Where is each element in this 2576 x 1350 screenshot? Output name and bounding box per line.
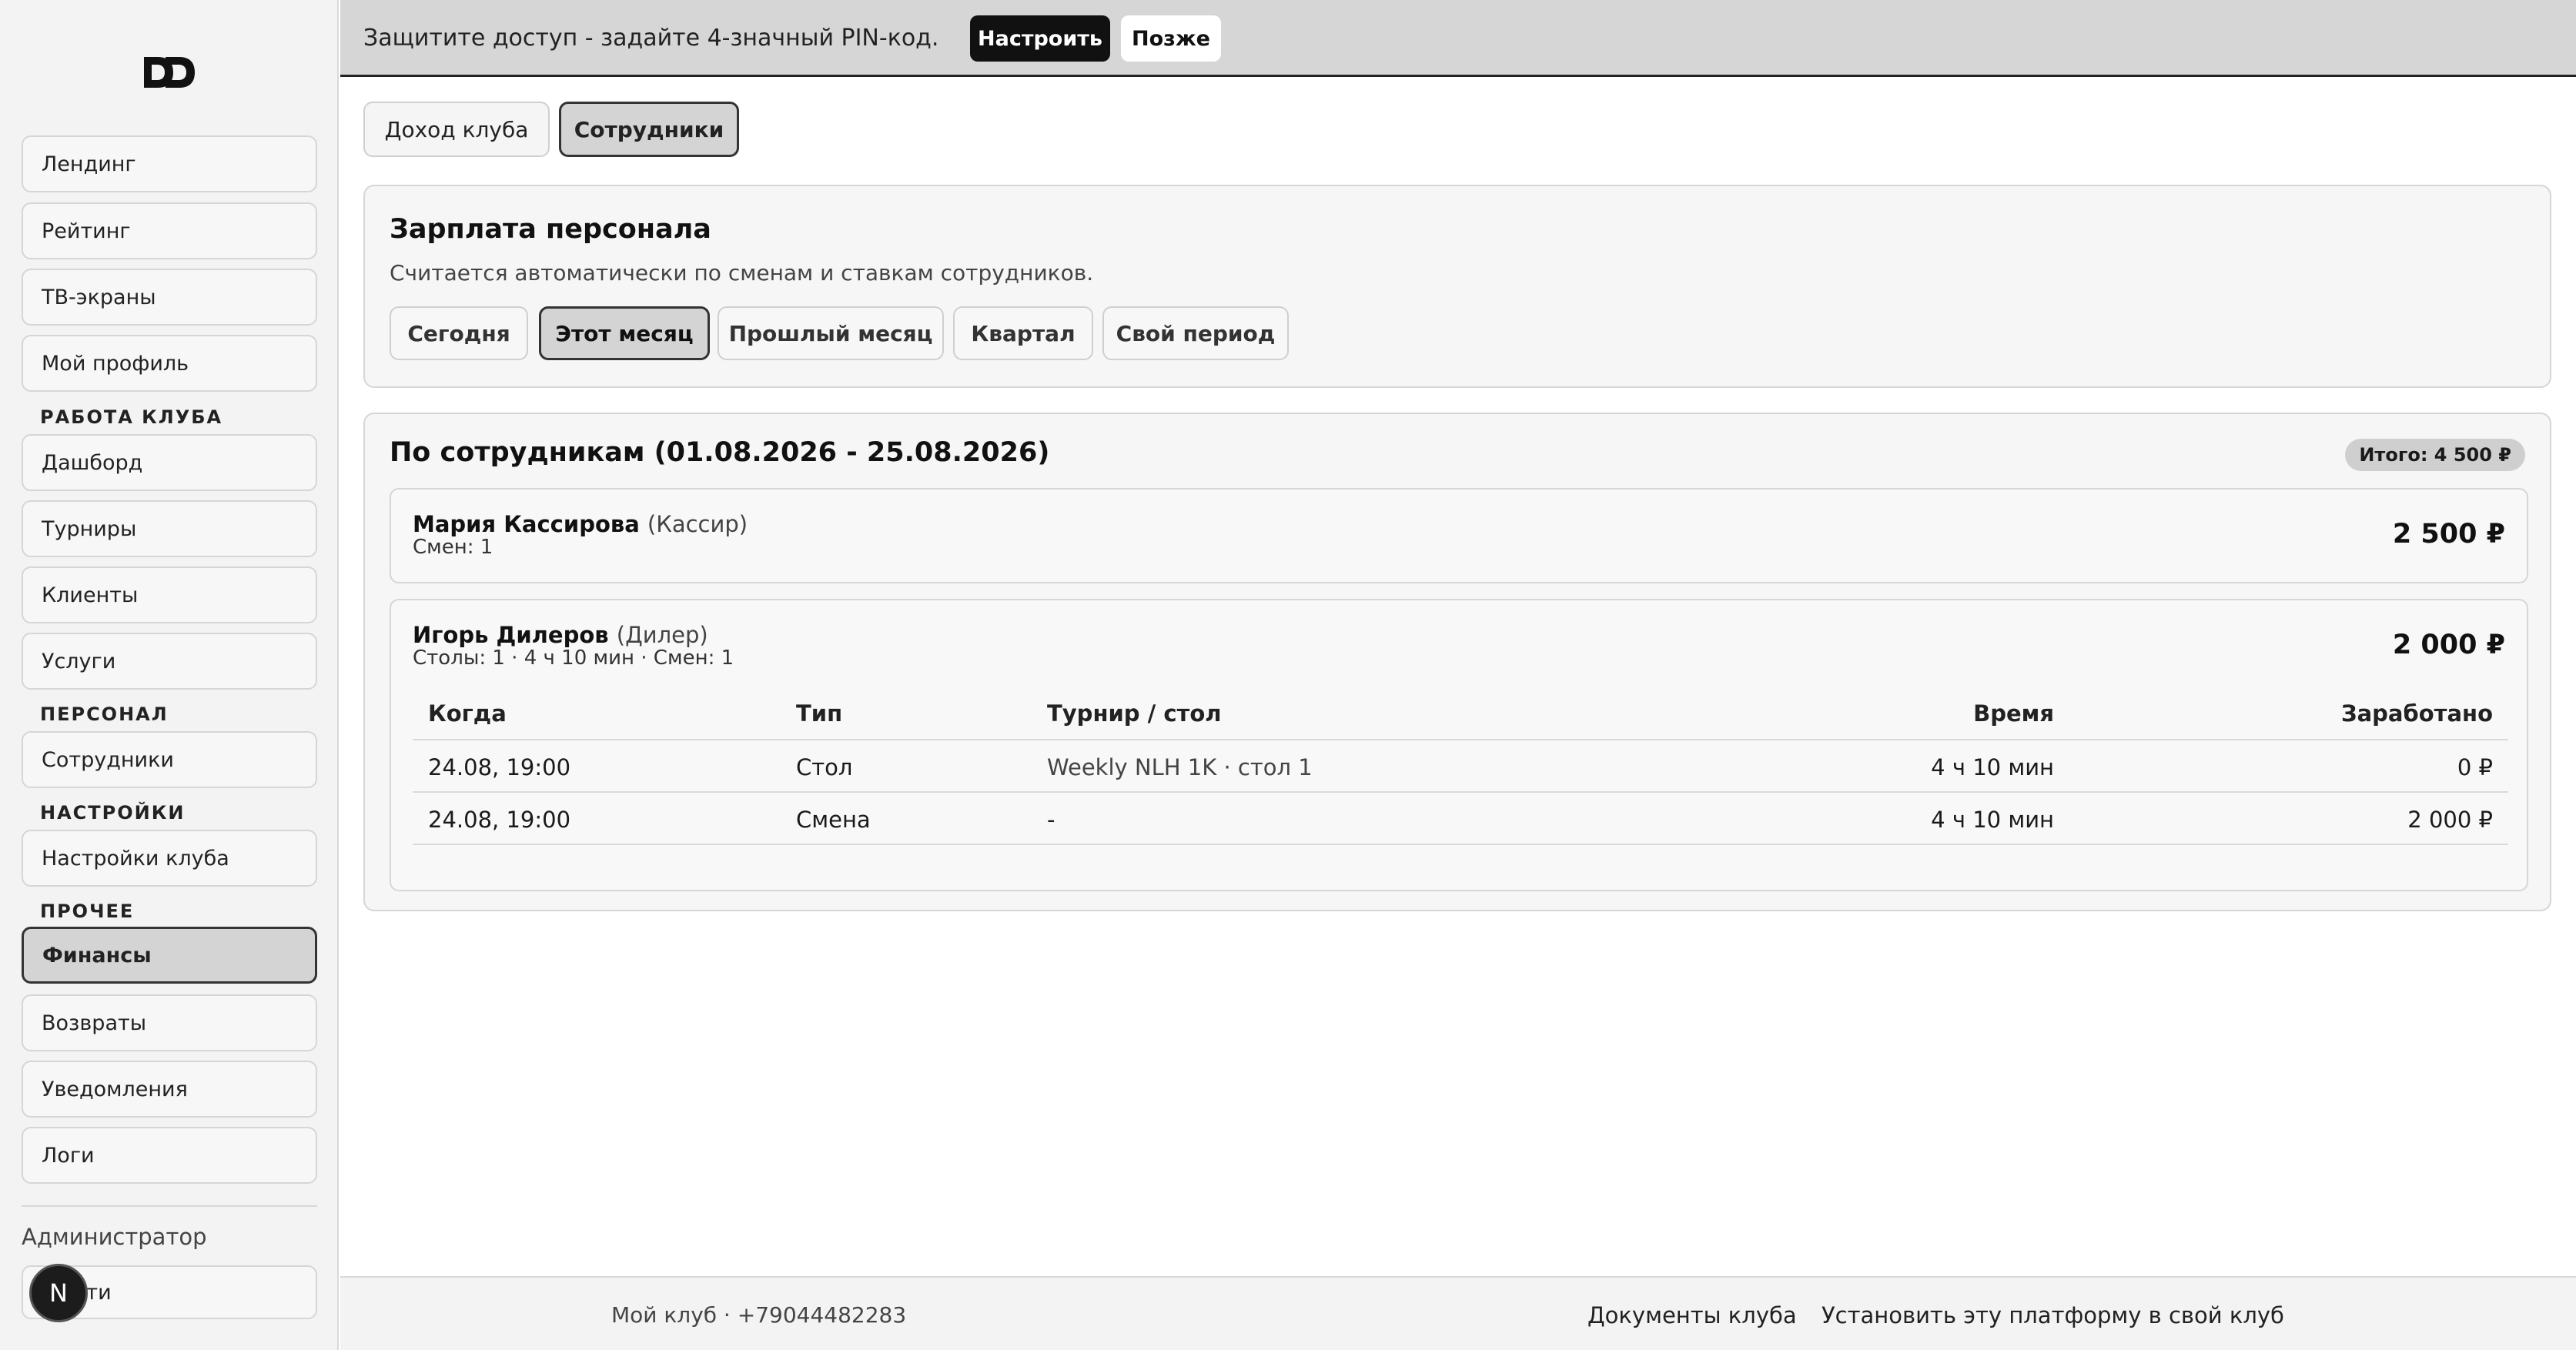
sidebar-item-dashboard[interactable]: Дашборд xyxy=(22,434,317,491)
sidebar-item-landing[interactable]: Лендинг xyxy=(22,135,317,192)
employee-amount: 2 500 ₽ xyxy=(2392,519,2505,550)
pin-banner-text: Защитите доступ - задайте 4-значный PIN-… xyxy=(363,25,939,52)
sidebar-item-refunds[interactable]: Возвраты xyxy=(22,994,317,1051)
sidebar-item-label: Возвраты xyxy=(42,1011,147,1035)
role-label: Администратор xyxy=(22,1224,207,1250)
sidebar-item-label: Логи xyxy=(42,1143,95,1168)
salary-subtitle: Считается автоматически по сменам и став… xyxy=(390,260,1094,286)
section-staff: ПЕРСОНАЛ xyxy=(40,703,169,725)
section-club-work: РАБОТА КЛУБА xyxy=(40,406,223,428)
table-cell-earned: 0 ₽ xyxy=(2457,754,2493,780)
sidebar: Лендинг Рейтинг ТВ-экраны Мой профиль РА… xyxy=(0,0,339,1350)
by-employee-title: По сотрудникам (01.08.2026 - 25.08.2026) xyxy=(390,437,1050,468)
footer-docs-link[interactable]: Документы клуба xyxy=(1587,1302,1797,1328)
employee-meta: Столы: 1 · 4 ч 10 мин · Смен: 1 xyxy=(413,647,734,670)
column-header-earned: Заработано xyxy=(2340,700,2493,727)
footer-club-info: Мой клуб · +79044482283 xyxy=(611,1302,907,1328)
avatar-letter: N xyxy=(49,1278,68,1308)
employee-card[interactable]: Мария Кассирова (Кассир) Смен: 1 2 500 ₽ xyxy=(390,488,2528,583)
tab-employees[interactable]: Сотрудники xyxy=(559,102,739,157)
table-cell-earned: 2 000 ₽ xyxy=(2407,807,2493,833)
section-other: ПРОЧЕЕ xyxy=(40,901,135,922)
employee-name: Игорь Дилеров (Дилер) xyxy=(413,622,708,648)
sidebar-item-label: Услуги xyxy=(42,649,116,673)
footer: Мой клуб · +79044482283 Документы клуба … xyxy=(340,1276,2576,1350)
sidebar-item-rating[interactable]: Рейтинг xyxy=(22,202,317,259)
sidebar-item-label: Рейтинг xyxy=(42,219,131,243)
sidebar-item-label: Сотрудники xyxy=(42,747,174,772)
sidebar-item-label: Лендинг xyxy=(42,152,136,176)
period-this-month[interactable]: Этот месяц xyxy=(539,306,710,360)
period-custom[interactable]: Свой период xyxy=(1102,306,1289,360)
employee-amount: 2 000 ₽ xyxy=(2392,630,2505,660)
column-header-tournament-table: Турнир / стол xyxy=(1047,700,1222,727)
table-cell-time: 4 ч 10 мин xyxy=(1931,754,2054,780)
column-header-time: Время xyxy=(1973,700,2054,727)
total-badge: Итого: 4 500 ₽ xyxy=(2345,439,2525,471)
sidebar-item-employees[interactable]: Сотрудники xyxy=(22,731,317,788)
sidebar-item-label: Турниры xyxy=(42,516,137,541)
employee-name-text: Мария Кассирова xyxy=(413,511,640,537)
sidebar-item-label: Финансы xyxy=(42,943,152,967)
sidebar-item-my-profile[interactable]: Мой профиль xyxy=(22,335,317,392)
footer-install-link[interactable]: Установить эту платформу в свой клуб xyxy=(1822,1302,2284,1328)
sidebar-item-label: Уведомления xyxy=(42,1077,188,1101)
configure-pin-button[interactable]: Настроить xyxy=(970,15,1110,62)
column-header-when: Когда xyxy=(428,700,507,727)
table-cell-when: 24.08, 19:00 xyxy=(428,807,571,833)
table-cell-tournament-table: Weekly NLH 1K · стол 1 xyxy=(1047,754,1313,780)
salary-card: Зарплата персонала Считается автоматичес… xyxy=(363,185,2551,388)
tab-club-income[interactable]: Доход клуба xyxy=(363,102,550,157)
table-cell-type: Смена xyxy=(796,807,871,833)
employee-name: Мария Кассирова (Кассир) xyxy=(413,511,748,537)
sidebar-item-logs[interactable]: Логи xyxy=(22,1127,317,1184)
pin-banner: Защитите доступ - задайте 4-значный PIN-… xyxy=(340,0,2576,77)
sidebar-item-label: ТВ-экраны xyxy=(42,285,156,309)
sidebar-item-finances[interactable]: Финансы xyxy=(22,927,317,984)
period-today[interactable]: Сегодня xyxy=(390,306,528,360)
avatar[interactable]: N xyxy=(29,1264,88,1322)
employee-role: (Кассир) xyxy=(647,511,748,537)
period-last-month[interactable]: Прошлый месяц xyxy=(718,306,944,360)
sidebar-item-services[interactable]: Услуги xyxy=(22,633,317,690)
salary-title: Зарплата персонала xyxy=(390,214,711,245)
column-header-type: Тип xyxy=(796,700,843,727)
sidebar-item-club-settings[interactable]: Настройки клуба xyxy=(22,830,317,887)
period-quarter[interactable]: Квартал xyxy=(953,306,1093,360)
table-divider xyxy=(413,791,2508,793)
sidebar-item-tv-screens[interactable]: ТВ-экраны xyxy=(22,269,317,326)
sidebar-item-label: Настройки клуба xyxy=(42,846,229,870)
sidebar-item-label: Клиенты xyxy=(42,583,139,607)
later-button[interactable]: Позже xyxy=(1121,15,1221,62)
sidebar-item-notifications[interactable]: Уведомления xyxy=(22,1061,317,1118)
employee-role: (Дилер) xyxy=(616,622,708,648)
table-cell-time: 4 ч 10 мин xyxy=(1931,807,2054,833)
table-cell-type: Стол xyxy=(796,754,853,780)
sidebar-divider xyxy=(22,1205,317,1207)
employee-meta: Смен: 1 xyxy=(413,536,493,559)
logo-icon[interactable] xyxy=(142,55,196,89)
by-employee-card: По сотрудникам (01.08.2026 - 25.08.2026)… xyxy=(363,413,2551,911)
table-cell-when: 24.08, 19:00 xyxy=(428,754,571,780)
section-settings: НАСТРОЙКИ xyxy=(40,802,186,824)
table-divider xyxy=(413,844,2508,845)
employee-card[interactable]: Игорь Дилеров (Дилер) Столы: 1 · 4 ч 10 … xyxy=(390,599,2528,891)
sidebar-item-tournaments[interactable]: Турниры xyxy=(22,500,317,557)
table-cell-tournament-table: - xyxy=(1047,807,1055,833)
employee-name-text: Игорь Дилеров xyxy=(413,622,609,648)
sidebar-item-label: Мой профиль xyxy=(42,351,189,376)
sidebar-item-clients[interactable]: Клиенты xyxy=(22,566,317,623)
table-divider xyxy=(413,739,2508,740)
sidebar-item-label: Дашборд xyxy=(42,450,143,475)
